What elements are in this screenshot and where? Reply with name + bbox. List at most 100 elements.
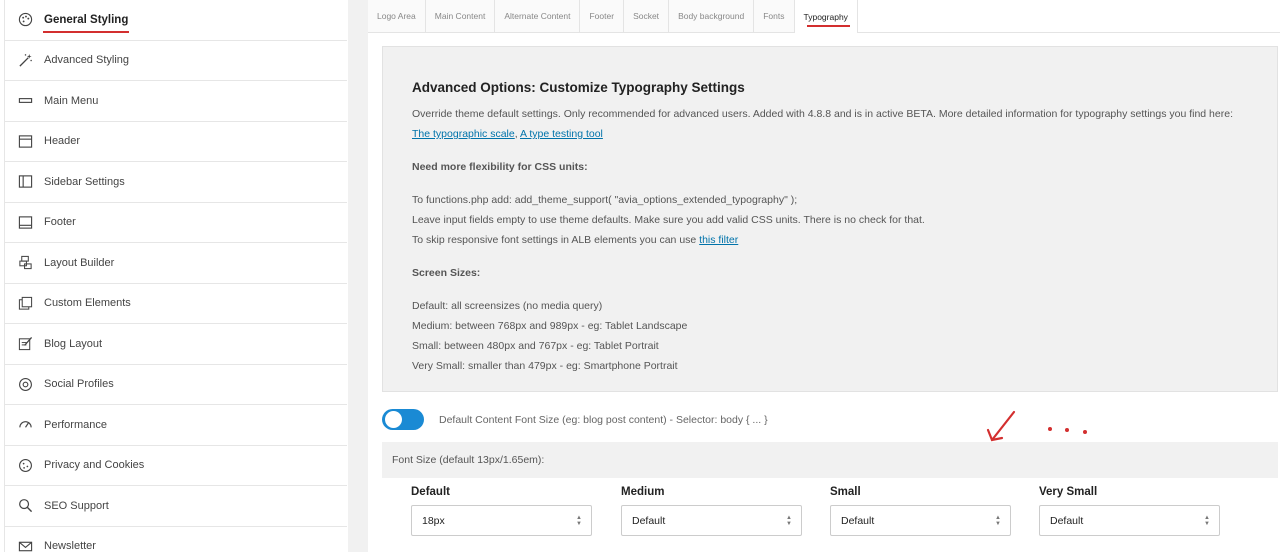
sidebar-item-layout-builder[interactable]: Layout Builder xyxy=(4,243,347,284)
tab-fonts[interactable]: Fonts xyxy=(754,0,795,32)
sidebar-layout-icon xyxy=(17,174,33,190)
sidebar-item-label: Newsletter xyxy=(44,540,96,552)
header-layout-icon xyxy=(17,133,33,149)
sidebar-item-label: Footer xyxy=(44,216,76,229)
css-line-1: To functions.php add: add_theme_support(… xyxy=(412,194,798,206)
tab-alternate-content[interactable]: Alternate Content xyxy=(495,0,581,32)
newsletter-icon xyxy=(17,538,33,552)
options-panel: Logo Area Main Content Alternate Content… xyxy=(368,0,1280,552)
tab-main-content[interactable]: Main Content xyxy=(425,0,496,32)
tab-socket[interactable]: Socket xyxy=(624,0,670,32)
sidebar-item-label: Layout Builder xyxy=(44,256,115,269)
font-size-heading-bar: Font Size (default 13px/1.65em): xyxy=(382,442,1278,478)
tab-body-background[interactable]: Body background xyxy=(669,0,755,32)
tab-label: Socket xyxy=(633,11,660,21)
font-size-select-medium[interactable]: Default ▲ ▼ xyxy=(621,505,802,536)
blog-edit-icon xyxy=(17,336,33,352)
typographic-scale-link[interactable]: The typographic scale xyxy=(412,128,515,140)
sidebar-item-sidebar-settings[interactable]: Sidebar Settings xyxy=(4,162,347,203)
info-intro: Override theme default settings. Only re… xyxy=(412,104,1248,144)
css-line-2: Leave input fields empty to use theme de… xyxy=(412,214,925,226)
search-icon xyxy=(17,498,33,514)
sidebar-item-newsletter[interactable]: Newsletter xyxy=(4,526,347,552)
tab-logo-area[interactable]: Logo Area xyxy=(368,0,426,32)
sidebar-item-footer[interactable]: Footer xyxy=(4,202,347,243)
menu-bar-icon xyxy=(17,93,33,109)
sidebar-item-performance[interactable]: Performance xyxy=(4,405,347,446)
options-sidebar: General Styling Advanced Styling Main Me… xyxy=(0,0,347,552)
sidebar-item-custom-elements[interactable]: Custom Elements xyxy=(4,283,347,324)
sidebar-item-seo-support[interactable]: SEO Support xyxy=(4,486,347,527)
tab-label: Body background xyxy=(678,11,745,21)
font-size-select-very-small[interactable]: Default ▲ ▼ xyxy=(1039,505,1220,536)
link-separator: , xyxy=(514,128,518,140)
select-arrows-icon: ▲ ▼ xyxy=(576,515,582,527)
sidebar-item-label: Blog Layout xyxy=(44,337,103,350)
custom-elements-icon xyxy=(17,295,33,311)
active-tab-underline xyxy=(806,25,850,27)
cookie-icon xyxy=(17,457,33,473)
font-size-select-small[interactable]: Default ▲ ▼ xyxy=(830,505,1011,536)
sidebar-item-blog-layout[interactable]: Blog Layout xyxy=(4,324,347,365)
layout-builder-icon xyxy=(17,255,33,271)
font-size-select-default[interactable]: 18px ▲ ▼ xyxy=(411,505,592,536)
size-column-default: Default 18px ▲ ▼ xyxy=(411,486,592,536)
tab-footer[interactable]: Footer xyxy=(580,0,625,32)
sidebar-item-label: Social Profiles xyxy=(44,378,114,391)
tab-label: Footer xyxy=(589,11,615,21)
tab-label: Fonts xyxy=(763,11,785,21)
sidebar-item-header[interactable]: Header xyxy=(4,121,347,162)
sidebar-item-main-menu[interactable]: Main Menu xyxy=(4,81,347,122)
sidebar-item-label: Main Menu xyxy=(44,94,99,107)
sidebar-item-advanced-styling[interactable]: Advanced Styling xyxy=(4,40,347,81)
css-units-heading: Need more flexibility for CSS units: xyxy=(412,161,588,173)
tab-label: Alternate Content xyxy=(504,11,571,21)
font-size-heading: Font Size (default 13px/1.65em): xyxy=(392,454,545,466)
size-column-very-small: Very Small Default ▲ ▼ xyxy=(1039,486,1220,536)
active-underline xyxy=(43,31,129,33)
magic-wand-icon xyxy=(17,52,33,68)
typography-info-box: Advanced Options: Customize Typography S… xyxy=(382,46,1278,392)
toggle-label: Default Content Font Size (eg: blog post… xyxy=(439,413,768,426)
select-value: Default xyxy=(841,514,875,527)
size-label-medium: Medium xyxy=(621,486,665,498)
styling-tabs: Logo Area Main Content Alternate Content… xyxy=(368,0,1280,33)
size-column-small: Small Default ▲ ▼ xyxy=(830,486,1011,536)
options-content: Logo Area Main Content Alternate Content… xyxy=(348,0,1280,552)
css-line-3: To skip responsive font settings in ALB … xyxy=(412,230,1248,250)
select-value: 18px xyxy=(422,514,445,527)
select-value: Default xyxy=(632,514,666,527)
sidebar-item-general-styling[interactable]: General Styling xyxy=(4,0,347,41)
screen-very-small: Very Small: smaller than 479px - eg: Sma… xyxy=(412,360,678,372)
speedometer-icon xyxy=(17,417,33,433)
social-at-icon xyxy=(17,376,33,392)
type-testing-tool-link[interactable]: A type testing tool xyxy=(520,128,603,140)
sidebar-item-social-profiles[interactable]: Social Profiles xyxy=(4,364,347,405)
filter-link[interactable]: this filter xyxy=(699,234,738,246)
sidebar-item-label: Privacy and Cookies xyxy=(44,459,145,472)
font-size-toggle-row: Default Content Font Size (eg: blog post… xyxy=(382,409,768,430)
sidebar-item-label: Advanced Styling xyxy=(44,54,129,67)
default-font-size-toggle[interactable] xyxy=(382,409,424,430)
intro-text: Override theme default settings. Only re… xyxy=(412,108,1233,120)
screen-small: Small: between 480px and 767px - eg: Tab… xyxy=(412,340,659,352)
theme-options-screen: General Styling Advanced Styling Main Me… xyxy=(0,0,1280,552)
footer-layout-icon xyxy=(17,214,33,230)
info-title: Advanced Options: Customize Typography S… xyxy=(412,80,745,95)
palette-icon xyxy=(17,12,33,28)
tab-typography[interactable]: Typography xyxy=(794,0,858,33)
sidebar-item-privacy-cookies[interactable]: Privacy and Cookies xyxy=(4,445,347,486)
sidebar-item-label: Header xyxy=(44,135,81,148)
sidebar-item-label: Custom Elements xyxy=(44,297,131,310)
screen-sizes-heading: Screen Sizes: xyxy=(412,267,481,279)
toggle-knob xyxy=(385,411,402,428)
sidebar-item-label: General Styling xyxy=(44,13,129,26)
sidebar-item-label: Sidebar Settings xyxy=(44,175,125,188)
size-label-default: Default xyxy=(411,486,450,498)
screen-medium: Medium: between 768px and 989px - eg: Ta… xyxy=(412,320,688,332)
css-line-3-text: To skip responsive font settings in ALB … xyxy=(412,234,697,246)
select-arrows-icon: ▲ ▼ xyxy=(1204,515,1210,527)
tab-label: Logo Area xyxy=(377,11,416,21)
select-value: Default xyxy=(1050,514,1084,527)
tab-label: Typography xyxy=(803,11,848,22)
